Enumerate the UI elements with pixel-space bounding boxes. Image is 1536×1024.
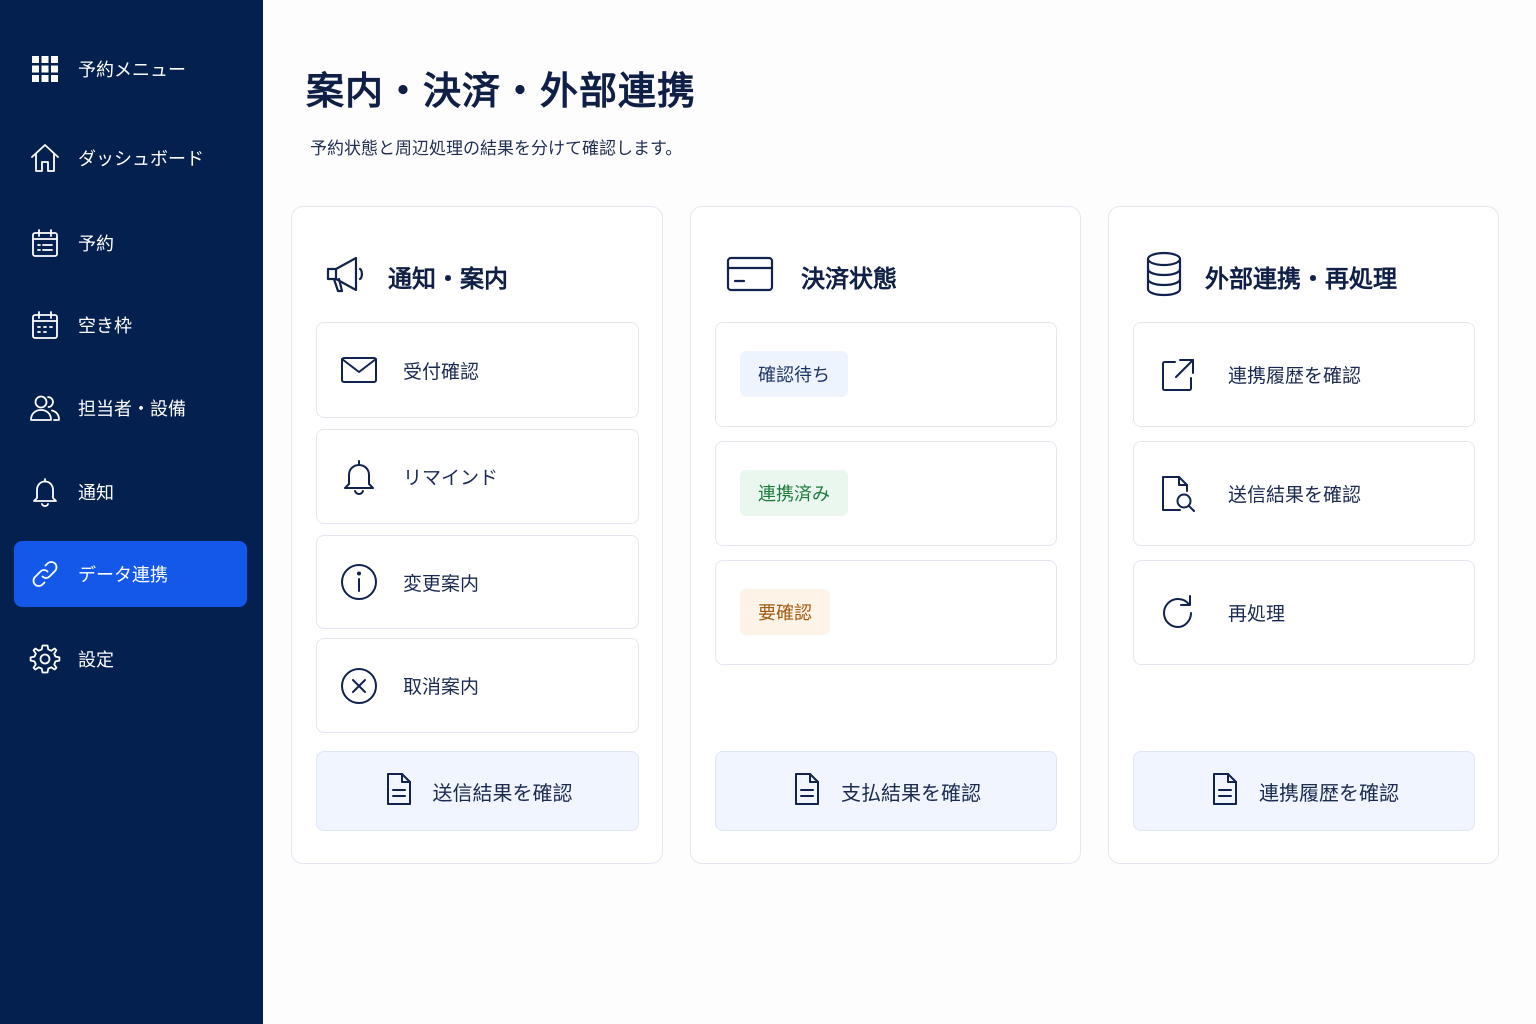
sidebar-item-settings[interactable]: 設定 xyxy=(14,626,247,692)
gear-icon xyxy=(28,642,62,676)
close-circle-icon xyxy=(339,666,379,706)
mail-icon xyxy=(339,350,379,390)
card-header: 外部連携・再処理 xyxy=(1139,249,1397,303)
notification-item-change[interactable]: 変更案内 xyxy=(316,535,639,629)
sidebar-item-notifications[interactable]: 通知 xyxy=(14,459,247,525)
button-label: 連携履歴を確認 xyxy=(1259,780,1399,805)
sidebar-item-label: 担当者・設備 xyxy=(78,399,186,420)
grid-icon xyxy=(28,52,62,86)
calendar-list-icon xyxy=(28,226,62,260)
status-badge-needs-review: 要確認 xyxy=(740,589,830,635)
integration-item-reprocess[interactable]: 再処理 xyxy=(1133,560,1475,665)
card-header: 決済状態 xyxy=(725,249,897,303)
button-label: 支払結果を確認 xyxy=(841,780,981,805)
external-link-icon xyxy=(1158,355,1198,395)
sidebar-item-availability[interactable]: 空き枠 xyxy=(14,292,247,358)
integration-item-send-results[interactable]: 送信結果を確認 xyxy=(1133,441,1475,546)
sidebar-item-dashboard[interactable]: ダッシュボード xyxy=(14,125,247,191)
notification-item-label: 取消案内 xyxy=(403,676,480,698)
status-badge-linked: 連携済み xyxy=(740,470,848,516)
sidebar-item-label: 予約メニュー xyxy=(78,60,186,81)
integration-item-label: 再処理 xyxy=(1228,603,1286,625)
users-icon xyxy=(28,391,62,425)
check-payment-results-button[interactable]: 支払結果を確認 xyxy=(715,751,1057,831)
payment-status-row: 確認待ち xyxy=(715,322,1057,427)
notification-item-cancel[interactable]: 取消案内 xyxy=(316,638,639,733)
megaphone-icon xyxy=(322,249,372,303)
payment-card: 決済状態 確認待ち 連携済み 要確認 支払結果を確認 xyxy=(690,206,1081,864)
check-send-results-button[interactable]: 送信結果を確認 xyxy=(316,751,639,831)
home-icon xyxy=(28,141,62,175)
file-search-icon xyxy=(1158,474,1198,514)
sidebar-item-staff-equipment[interactable]: 担当者・設備 xyxy=(14,375,247,441)
calendar-icon xyxy=(28,308,62,342)
document-icon xyxy=(791,771,823,811)
integration-card: 外部連携・再処理 連携履歴を確認 送信結果を確認 再処理 連携履歴を確認 xyxy=(1108,206,1499,864)
document-icon xyxy=(383,771,415,811)
bell-icon xyxy=(339,457,379,497)
notification-item-receipt[interactable]: 受付確認 xyxy=(316,322,639,418)
card-title: 通知・案内 xyxy=(388,264,508,293)
sidebar-item-reservation-menu[interactable]: 予約メニュー xyxy=(14,36,247,102)
sidebar: 予約メニュー ダッシュボード 予約 空き枠 担当者・設備 通知 データ連携 設定 xyxy=(0,0,263,1024)
check-integration-history-button[interactable]: 連携履歴を確認 xyxy=(1133,751,1475,831)
notification-item-label: 受付確認 xyxy=(403,360,480,383)
status-badge-pending: 確認待ち xyxy=(740,351,848,397)
sidebar-item-label: ダッシュボード xyxy=(78,149,204,170)
sidebar-item-label: データ連携 xyxy=(78,565,168,586)
sidebar-item-data-integration[interactable]: データ連携 xyxy=(14,541,247,607)
card-header: 通知・案内 xyxy=(322,249,508,303)
bell-icon xyxy=(28,475,62,509)
button-label: 送信結果を確認 xyxy=(432,780,573,805)
document-icon xyxy=(1209,771,1241,811)
notification-item-reminder[interactable]: リマインド xyxy=(316,429,639,524)
database-icon xyxy=(1139,249,1189,303)
link-icon xyxy=(28,557,62,591)
notifications-card: 通知・案内 受付確認 リマインド 変更案内 取消案内 送信結果を確認 xyxy=(291,206,663,864)
card-title: 決済状態 xyxy=(801,264,897,293)
sidebar-item-label: 通知 xyxy=(78,483,114,504)
sidebar-item-label: 空き枠 xyxy=(78,316,132,337)
payment-status-row: 連携済み xyxy=(715,441,1057,546)
sidebar-item-reservations[interactable]: 予約 xyxy=(14,210,247,276)
integration-item-label: 連携履歴を確認 xyxy=(1228,365,1362,387)
integration-item-history[interactable]: 連携履歴を確認 xyxy=(1133,322,1475,427)
integration-item-label: 送信結果を確認 xyxy=(1228,484,1362,506)
sidebar-item-label: 予約 xyxy=(78,234,114,255)
notification-item-label: 変更案内 xyxy=(403,572,480,595)
refresh-icon xyxy=(1158,593,1198,633)
card-title: 外部連携・再処理 xyxy=(1205,264,1397,293)
credit-card-icon xyxy=(725,249,775,303)
page-title: 案内・決済・外部連携 xyxy=(306,69,697,113)
notification-item-label: リマインド xyxy=(403,467,499,489)
page-subtitle: 予約状態と周辺処理の結果を分けて確認します。 xyxy=(310,139,683,159)
sidebar-item-label: 設定 xyxy=(78,650,114,671)
payment-status-row: 要確認 xyxy=(715,560,1057,665)
info-icon xyxy=(339,562,379,602)
